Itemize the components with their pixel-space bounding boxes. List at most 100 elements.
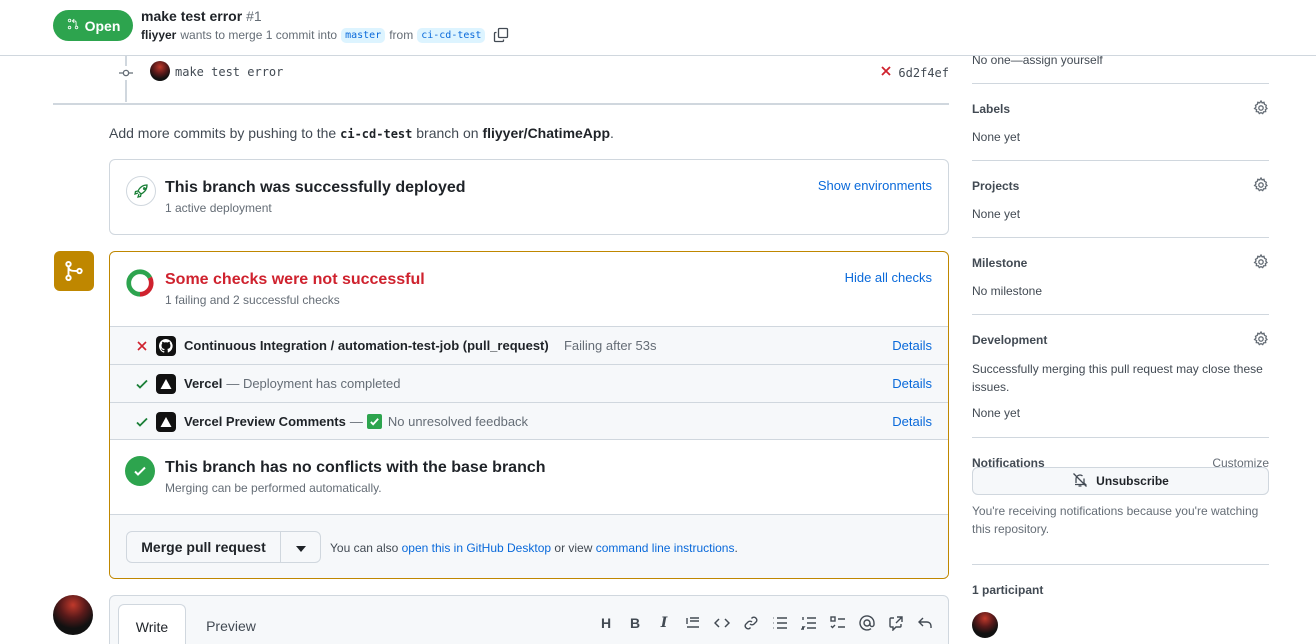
sidebar-development: Development Successfully merging this pu… [972,314,1269,437]
development-value: None yet [972,406,1021,420]
milestone-heading[interactable]: Milestone [972,256,1027,270]
labels-value: None yet [972,130,1021,144]
merge-alt-suffix: . [734,541,738,555]
pr-author[interactable]: fliyyer [141,28,176,42]
no-conflicts-subtitle: Merging can be performed automatically. [165,481,382,495]
merge-method-dropdown[interactable] [281,532,320,562]
add-commits-branch: ci-cd-test [340,127,413,141]
deploy-subtitle: 1 active deployment [165,201,272,215]
vercel-logo-icon [156,412,176,432]
sidebar-milestone: Milestone No milestone [972,237,1269,314]
git-merge-icon [54,251,94,291]
tab-write[interactable]: Write [118,604,186,644]
bold-icon[interactable]: B [626,614,644,632]
check-success-icon [134,376,150,392]
check-name: Vercel Preview Comments [184,414,346,429]
checkmark-emoji-icon [366,414,382,429]
merge-box: Some checks were not successful 1 failin… [109,251,949,579]
heading-icon[interactable]: H [597,614,615,632]
merge-pull-request-button[interactable]: Merge pull request [127,532,281,562]
add-commits-prefix: Add more commits by pushing to the [109,125,337,141]
sticky-pr-header: Open make test error #1 fliyyer wants to… [0,0,1316,56]
projects-value: None yet [972,207,1021,221]
checks-title: Some checks were not successful [165,271,425,288]
deploy-title: This branch was successfully deployed [165,179,466,196]
check-text-vercel-comments: Vercel Preview Comments — No unresolved … [184,414,528,429]
check-row-vercel-comments: Vercel Preview Comments — No unresolved … [110,402,948,440]
pr-state-badge: Open [53,10,133,41]
deployment-box: This branch was successfully deployed 1 … [109,159,949,235]
add-commits-note: Add more commits by pushing to the ci-cd… [109,125,614,141]
triangle-down-icon [295,539,306,555]
pr-subtitle: fliyyer wants to merge 1 commit into mas… [141,27,509,43]
open-in-desktop-link[interactable]: open this in GitHub Desktop [402,541,551,555]
current-user-avatar[interactable] [53,595,93,635]
reply-icon[interactable] [916,614,934,632]
code-icon[interactable] [713,614,731,632]
command-line-instructions-link[interactable]: command line instructions [596,541,735,555]
task-list-icon[interactable] [829,614,847,632]
link-icon[interactable] [742,614,760,632]
check-row-ci: Continuous Integration / automation-test… [110,326,948,364]
check-text-ci: Continuous Integration / automation-test… [184,338,656,353]
commit-message[interactable]: make test error [175,65,283,79]
merge-footer: Merge pull request You can also open thi… [110,514,948,578]
x-fail-icon [134,338,150,354]
commit-sha[interactable]: 6d2f4ef [898,66,949,80]
merge-button-group: Merge pull request [126,531,321,563]
ordered-list-icon[interactable] [800,614,818,632]
sidebar-participants: 1 participant [972,564,1269,644]
commit-author-avatar[interactable] [150,61,170,81]
copy-icon[interactable] [493,27,509,43]
check-details-link[interactable]: Details [892,376,932,391]
sidebar-projects: Projects None yet [972,160,1269,237]
pr-number: #1 [246,8,262,24]
show-environments-link[interactable]: Show environments [818,178,932,193]
unordered-list-icon[interactable] [771,614,789,632]
add-commits-repo[interactable]: fliyyer/ChatimeApp [482,125,610,141]
comment-editor: Write Preview H B I [109,595,949,644]
check-details-link[interactable]: Details [892,414,932,429]
unsubscribe-button[interactable]: Unsubscribe [972,467,1269,495]
quote-icon[interactable] [684,614,702,632]
check-details-link[interactable]: Details [892,338,932,353]
merge-alternatives: You can also open this in GitHub Desktop… [330,541,738,555]
projects-heading[interactable]: Projects [972,179,1019,193]
tab-preview[interactable]: Preview [198,604,264,644]
commit-node-icon [119,66,133,80]
base-branch-tag[interactable]: master [341,27,386,43]
development-heading[interactable]: Development [972,333,1047,347]
github-logo-icon [156,336,176,356]
gear-icon[interactable] [1253,330,1269,347]
commit-row: make test error 6d2f4ef [110,58,950,86]
pr-sidebar: No one—assign yourself Labels None yet P… [972,53,1270,644]
checks-status-donut-icon [126,269,154,297]
add-commits-suffix: . [610,125,614,141]
gear-icon[interactable] [1253,253,1269,270]
italic-icon[interactable]: I [655,614,673,632]
hide-all-checks-link[interactable]: Hide all checks [845,270,932,285]
head-branch-tag[interactable]: ci-cd-test [417,27,486,43]
mention-icon[interactable] [858,614,876,632]
milestone-value: No milestone [972,284,1043,298]
commit-sha-group: 6d2f4ef [880,65,949,80]
participant-avatar[interactable] [972,612,998,638]
pr-title-text: make test error [141,8,243,24]
pr-title: make test error #1 [141,8,262,24]
no-conflicts-section: This branch has no conflicts with the ba… [110,439,948,515]
check-text-vercel: Vercel — Deployment has completed [184,376,400,391]
development-description: Successfully merging this pull request m… [972,362,1263,394]
check-name: Vercel [184,376,223,391]
timeline-divider [53,103,949,105]
gear-icon[interactable] [1253,176,1269,193]
labels-heading[interactable]: Labels [972,102,1010,116]
pull-request-icon [66,17,80,34]
participants-heading: 1 participant [972,583,1044,597]
x-fail-icon[interactable] [880,65,892,80]
cross-reference-icon[interactable] [887,614,905,632]
merge-alt-middle: or view [554,541,593,555]
pr-state-label: Open [84,17,121,34]
gear-icon[interactable] [1253,99,1269,116]
check-name: Continuous Integration / automation-test… [184,338,549,353]
sidebar-labels: Labels None yet [972,83,1269,160]
